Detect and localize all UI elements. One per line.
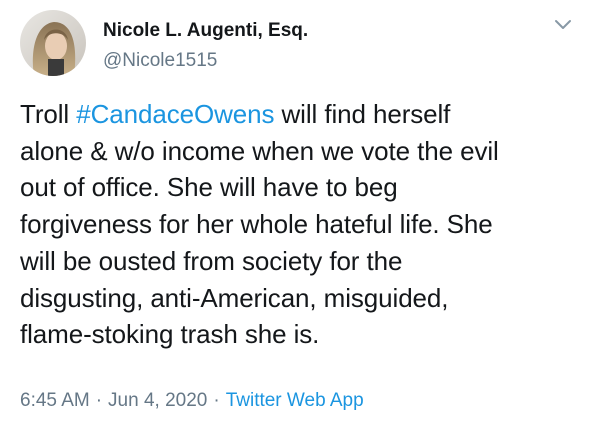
hashtag-link[interactable]: #CandaceOwens (76, 99, 274, 129)
tweet-source-link[interactable]: Twitter Web App (226, 390, 364, 411)
chevron-down-icon (555, 20, 571, 29)
tweet-line: disgusting, anti-American, misguided, (20, 282, 449, 313)
tweet-card: Nicole L. Augenti, Esq. @Nicole1515 Trol… (0, 0, 595, 425)
avatar[interactable] (20, 10, 86, 76)
tweet-line: will be ousted from society for the (20, 245, 403, 276)
tweet-line: forgiveness for her whole hateful life. … (20, 209, 493, 240)
tweet-line: flame-stoking trash she is. (20, 319, 320, 350)
tweet-menu-button[interactable] (551, 14, 575, 34)
tweet-text-segment: Troll (20, 99, 77, 129)
meta-separator: · (95, 390, 103, 411)
tweet-text: Troll #CandaceOwens will find herself al… (20, 96, 580, 353)
profile-photo-avatar (20, 10, 86, 76)
author-block: Nicole L. Augenti, Esq. @Nicole1515 (103, 19, 308, 73)
tweet-line: out of office. She will have to beg (20, 172, 398, 203)
tweet-line: Troll #CandaceOwens will find herself (20, 96, 580, 133)
display-name[interactable]: Nicole L. Augenti, Esq. (103, 19, 308, 43)
tweet-date[interactable]: Jun 4, 2020 (108, 390, 207, 411)
tweet-line: alone & w/o income when we vote the evil (20, 135, 499, 166)
tweet-text-segment: will find herself (274, 99, 451, 129)
user-handle[interactable]: @Nicole1515 (103, 49, 308, 73)
meta-separator: · (213, 390, 220, 411)
tweet-meta: 6:45 AM · Jun 4, 2020 · Twitter Web App (20, 389, 364, 413)
tweet-time[interactable]: 6:45 AM (20, 390, 90, 411)
